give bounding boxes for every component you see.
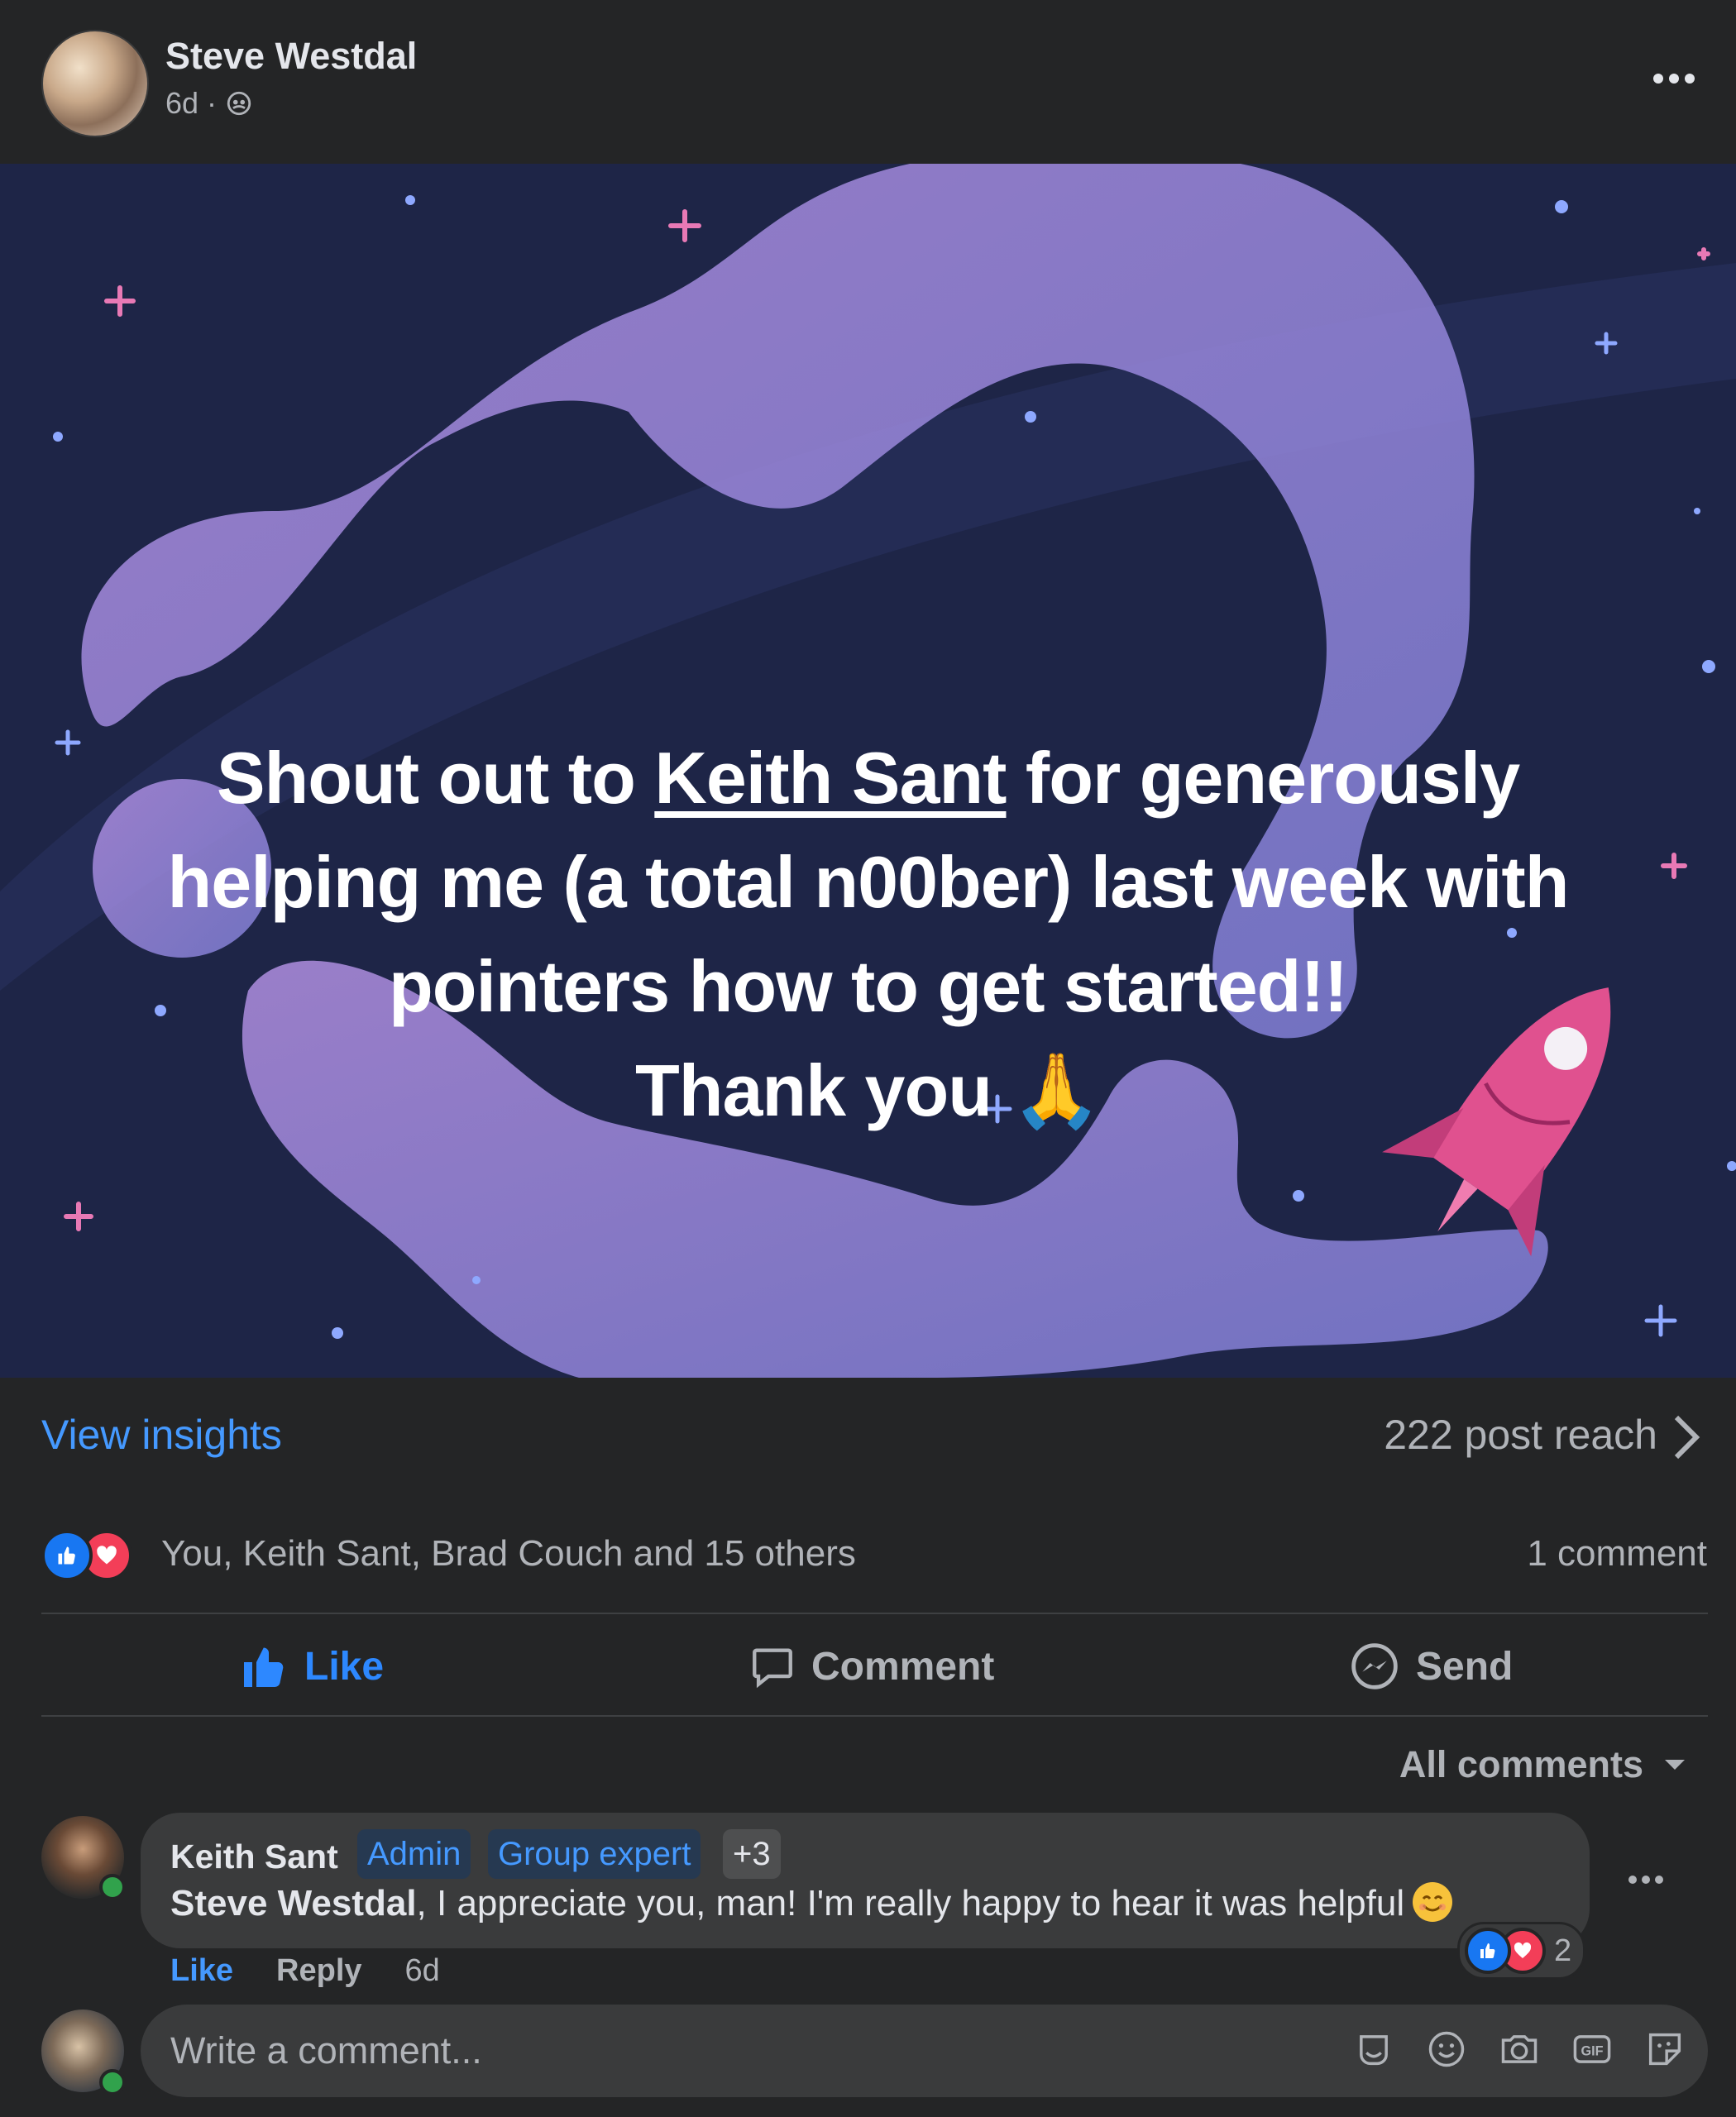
post-meta: 6d · bbox=[165, 86, 253, 121]
send-button[interactable]: Send bbox=[1348, 1633, 1513, 1699]
post-time[interactable]: 6d bbox=[165, 86, 198, 121]
all-comments-filter[interactable]: All comments bbox=[1399, 1743, 1686, 1786]
post-reach[interactable]: 222 post reach bbox=[1384, 1411, 1657, 1459]
online-status-indicator bbox=[99, 2069, 126, 2095]
comment-like-button[interactable]: Like bbox=[170, 1953, 233, 1989]
comment-bubble: Keith Sant Admin Group expert +3 Steve W… bbox=[141, 1813, 1590, 1948]
comment-icon bbox=[753, 1648, 792, 1689]
tagged-user[interactable]: Steve Westdal bbox=[170, 1883, 417, 1923]
messenger-icon bbox=[1351, 1643, 1398, 1689]
divider bbox=[41, 1613, 1708, 1614]
comment-text: Steve Westdal, I appreciate you, man! I'… bbox=[170, 1882, 1453, 1924]
meta-separator: · bbox=[207, 86, 218, 120]
comment-reactions[interactable]: 2 bbox=[1457, 1922, 1586, 1980]
chevron-right-icon[interactable] bbox=[1670, 1411, 1703, 1464]
like-button[interactable]: Like bbox=[240, 1633, 384, 1699]
comment-placeholder: Write a comment... bbox=[170, 2029, 482, 2072]
avatar-sticker-icon[interactable] bbox=[1352, 2028, 1395, 2071]
author-avatar[interactable] bbox=[41, 30, 149, 137]
globe-icon bbox=[227, 91, 251, 116]
comment-actions: Like Reply 6d bbox=[170, 1953, 440, 1989]
reaction-icons[interactable] bbox=[41, 1530, 132, 1581]
banner-text: Shout out to Keith Sant for generously h… bbox=[167, 737, 1570, 1131]
view-insights-link[interactable]: View insights bbox=[41, 1411, 282, 1459]
comment-time[interactable]: 6d bbox=[405, 1953, 440, 1989]
comment-button[interactable]: Comment bbox=[748, 1633, 994, 1699]
admin-badge[interactable]: Admin bbox=[357, 1829, 471, 1879]
like-reaction-icon bbox=[1465, 1928, 1511, 1974]
post-banner-image[interactable]: Shout out to Keith Sant for generously h… bbox=[0, 164, 1736, 1378]
post-header: Steve Westdal 6d · bbox=[0, 0, 1736, 164]
reaction-names[interactable]: You, Keith Sant, Brad Couch and 15 other… bbox=[161, 1533, 856, 1575]
comment-more-icon[interactable] bbox=[1621, 1867, 1671, 1892]
more-badges[interactable]: +3 bbox=[723, 1829, 781, 1879]
emoji-icon[interactable] bbox=[1425, 2028, 1468, 2071]
divider bbox=[41, 1715, 1708, 1717]
composer-icons: GIF bbox=[1352, 2028, 1686, 2071]
caret-down-icon bbox=[1665, 1760, 1685, 1770]
comment-reaction-count: 2 bbox=[1554, 1933, 1572, 1968]
sticker-icon[interactable] bbox=[1643, 2028, 1686, 2071]
author-name[interactable]: Steve Westdal bbox=[165, 35, 417, 78]
gif-icon[interactable]: GIF bbox=[1571, 2028, 1614, 2071]
comment-count[interactable]: 1 comment bbox=[1527, 1533, 1707, 1575]
comment-input[interactable]: Write a comment... GIF bbox=[141, 2005, 1708, 2097]
thumbs-up-icon bbox=[244, 1647, 284, 1687]
comment-reply-button[interactable]: Reply bbox=[276, 1953, 361, 1989]
svg-text:GIF: GIF bbox=[1581, 2044, 1603, 2059]
more-options-icon[interactable] bbox=[1645, 58, 1703, 99]
online-status-indicator bbox=[99, 1874, 126, 1900]
group-expert-badge[interactable]: Group expert bbox=[488, 1829, 701, 1879]
praying-hands-emoji: 🙏 bbox=[1011, 1049, 1102, 1131]
smiling-emoji bbox=[1413, 1882, 1453, 1922]
commenter-name[interactable]: Keith Sant bbox=[170, 1837, 338, 1876]
mention-keith-sant[interactable]: Keith Sant bbox=[654, 737, 1007, 819]
like-reaction-icon bbox=[41, 1530, 93, 1581]
camera-icon[interactable] bbox=[1498, 2028, 1541, 2071]
